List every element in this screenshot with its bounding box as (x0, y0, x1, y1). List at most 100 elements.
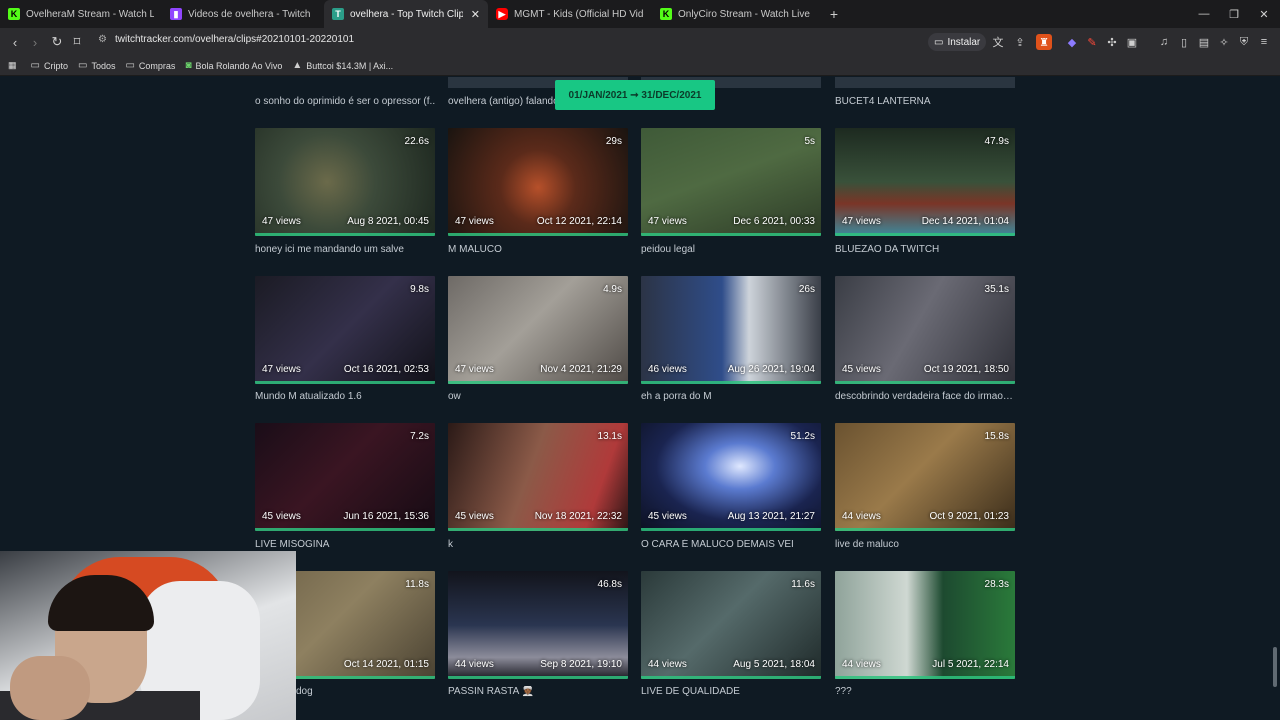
forward-icon[interactable]: › (25, 32, 45, 52)
clip-views: 46 views (648, 364, 687, 375)
clip-card[interactable]: 7.2s 45 views Jun 16 2021, 15:36 (255, 423, 435, 531)
clip-duration: 22.6s (404, 136, 429, 147)
bookmark-label: Compras (138, 60, 176, 71)
close-tab-icon[interactable]: ✕ (471, 8, 480, 21)
clip-card[interactable]: 46.8s 44 views Sep 8 2021, 19:10 (448, 571, 628, 679)
clip-card[interactable]: 13.1s 45 views Nov 18 2021, 22:32 (448, 423, 628, 531)
clip-card[interactable]: 47.9s 47 views Dec 14 2021, 01:04 (835, 128, 1015, 236)
clip-card[interactable]: 35.1s 45 views Oct 19 2021, 18:50 (835, 276, 1015, 384)
back-icon[interactable]: ‹ (5, 32, 25, 52)
kick-icon: K (8, 8, 20, 20)
clip-views: 44 views (842, 659, 881, 670)
clip-title[interactable]: k (448, 539, 628, 550)
reload-icon[interactable]: ↻ (47, 32, 67, 52)
install-icon: ▭ (934, 36, 944, 48)
clip-date: Dec 6 2021, 00:33 (733, 216, 815, 227)
clip-progress-bar (641, 381, 821, 384)
tab-title: ovelhera - Top Twitch Clips - Twi (350, 8, 463, 20)
tab-1[interactable]: K OvelheraM Stream - Watch Live on K (0, 0, 162, 28)
new-tab-button[interactable]: + (820, 6, 848, 22)
clip-title[interactable]: live de maluco (835, 539, 1015, 550)
clip-duration: 7.2s (410, 431, 429, 442)
clip-card[interactable]: 9.8s 47 views Oct 16 2021, 02:53 (255, 276, 435, 384)
apps-icon[interactable]: ▦ (8, 60, 17, 71)
bookmark-cripto[interactable]: ▭ Cripto (31, 60, 68, 71)
clip-card[interactable]: 15.8s 44 views Oct 9 2021, 01:23 (835, 423, 1015, 531)
clip-card[interactable]: 51.2s 45 views Aug 13 2021, 21:27 (641, 423, 821, 531)
leo-ai-icon[interactable]: ✧ (1216, 34, 1232, 50)
clip-date: Jun 16 2021, 15:36 (343, 511, 429, 522)
share-icon[interactable]: ⇪ (1012, 34, 1028, 50)
vpn-icon[interactable]: ⛨ (1236, 34, 1252, 50)
wallet-icon[interactable]: ▤ (1196, 34, 1212, 50)
install-app-button[interactable]: ▭ Instalar (928, 33, 987, 51)
clip-title[interactable]: ow (448, 391, 628, 402)
clip-progress-bar (448, 676, 628, 679)
clip-title[interactable]: descobrindo verdadeira face do irmao c..… (835, 391, 1015, 402)
clip-duration: 51.2s (790, 431, 815, 442)
bookmark-label: Buttcoi $14.3M | Axi... (306, 60, 394, 71)
site-info-icon[interactable]: ⚙ (98, 34, 107, 45)
clip-views: 45 views (842, 364, 881, 375)
translate-icon[interactable]: 文 (990, 34, 1006, 50)
clip-title[interactable]: honey ici me mandando um salve (255, 244, 435, 255)
media-icon[interactable]: ♫ (1156, 34, 1172, 50)
address-bar[interactable]: ⚙ twitchtracker.com/ovelhera/clips#20210… (98, 34, 354, 45)
menu-icon[interactable]: ≡ (1256, 34, 1272, 50)
webcam-overlay (0, 551, 296, 720)
extension-icon[interactable]: ◆ (1064, 34, 1080, 50)
extension-icon[interactable]: ✎ (1084, 34, 1100, 50)
clip-date: Oct 9 2021, 01:23 (929, 511, 1009, 522)
clip-card[interactable]: 28.3s 44 views Jul 5 2021, 22:14 (835, 571, 1015, 679)
clip-title[interactable]: peidou legal (641, 244, 821, 255)
screenshot-icon[interactable]: ▣ (1124, 34, 1140, 50)
bookmark-todos[interactable]: ▭ Todos (78, 60, 115, 71)
clip-title[interactable]: BUCET4 LANTERNA (835, 96, 1015, 107)
bookmark-compras[interactable]: ▭ Compras (125, 60, 175, 71)
clip-thumbnail[interactable] (835, 77, 1015, 88)
tab-2[interactable]: ▮ Videos de ovelhera - Twitch (162, 0, 324, 28)
clip-title[interactable]: Mundo M atualizado 1.6 (255, 391, 435, 402)
folder-icon: ▭ (77, 60, 88, 71)
clip-card[interactable]: 29s 47 views Oct 12 2021, 22:14 (448, 128, 628, 236)
clip-progress-bar (641, 233, 821, 236)
minimize-icon[interactable]: — (1188, 0, 1220, 28)
clip-date: Oct 14 2021, 01:15 (343, 659, 429, 670)
bookmark-bola-rolando[interactable]: ◙ Bola Rolando Ao Vivo (185, 60, 282, 71)
tab-5[interactable]: K OnlyCiro Stream - Watch Live on Kick (652, 0, 820, 28)
clip-title[interactable]: eh a porra do M (641, 391, 821, 402)
page-scrollbar[interactable] (1270, 77, 1280, 720)
tab-3-active[interactable]: T ovelhera - Top Twitch Clips - Twi ✕ (324, 0, 488, 28)
clip-title[interactable]: LIVE MISÓGINA (255, 539, 435, 550)
scrollbar-thumb[interactable] (1273, 647, 1277, 687)
clip-progress-bar (835, 233, 1015, 236)
extensions-puzzle-icon[interactable]: ✣ (1104, 34, 1120, 50)
clip-progress-bar (448, 381, 628, 384)
tab-4[interactable]: ▶ MGMT - Kids (Official HD Video) - Yo (488, 0, 652, 28)
tab-title: OvelheraM Stream - Watch Live on K (26, 8, 154, 20)
restore-icon[interactable]: ❐ (1218, 0, 1250, 28)
clip-duration: 28.3s (984, 579, 1009, 590)
clip-title[interactable]: o sonho do oprimido é ser o opressor (f.… (255, 96, 435, 107)
bookmark-label: Bola Rolando Ao Vivo (195, 60, 283, 71)
bookmark-icon[interactable]: ⌑ (67, 32, 87, 52)
clip-title[interactable]: PASSIN RASTA 👳🏾 (448, 686, 628, 697)
clip-card[interactable]: 5s 47 views Dec 6 2021, 00:33 (641, 128, 821, 236)
clip-card[interactable]: 4.9s 47 views Nov 4 2021, 21:29 (448, 276, 628, 384)
clip-title[interactable]: BLUEZÃO DA TWITCH (835, 244, 1015, 255)
clip-duration: 15.8s (984, 431, 1009, 442)
clip-title[interactable]: M MALUCO (448, 244, 628, 255)
clip-title[interactable]: LIVE DE QUALIDADE (641, 686, 821, 697)
clip-title[interactable]: O CARA É MALUCO DEMAIS VEI (641, 539, 821, 550)
clip-card[interactable]: 26s 46 views Aug 26 2021, 19:04 (641, 276, 821, 384)
site-icon: ◙ (185, 60, 192, 71)
close-window-icon[interactable]: ✕ (1248, 0, 1280, 28)
sidebar-icon[interactable]: ▯ (1176, 34, 1192, 50)
date-range-badge[interactable]: 01/JAN/2021 ➞ 31/DEC/2021 (555, 80, 715, 110)
clip-duration: 29s (605, 136, 622, 147)
clip-card[interactable]: 22.6s 47 views Aug 8 2021, 00:45 (255, 128, 435, 236)
clip-title[interactable]: ??? (835, 686, 1015, 697)
brave-shield-icon[interactable]: ♜ (1036, 34, 1052, 50)
bookmark-buttcoi[interactable]: ▲ Buttcoi $14.3M | Axi... (292, 60, 393, 71)
clip-card[interactable]: 11.6s 44 views Aug 5 2021, 18:04 (641, 571, 821, 679)
